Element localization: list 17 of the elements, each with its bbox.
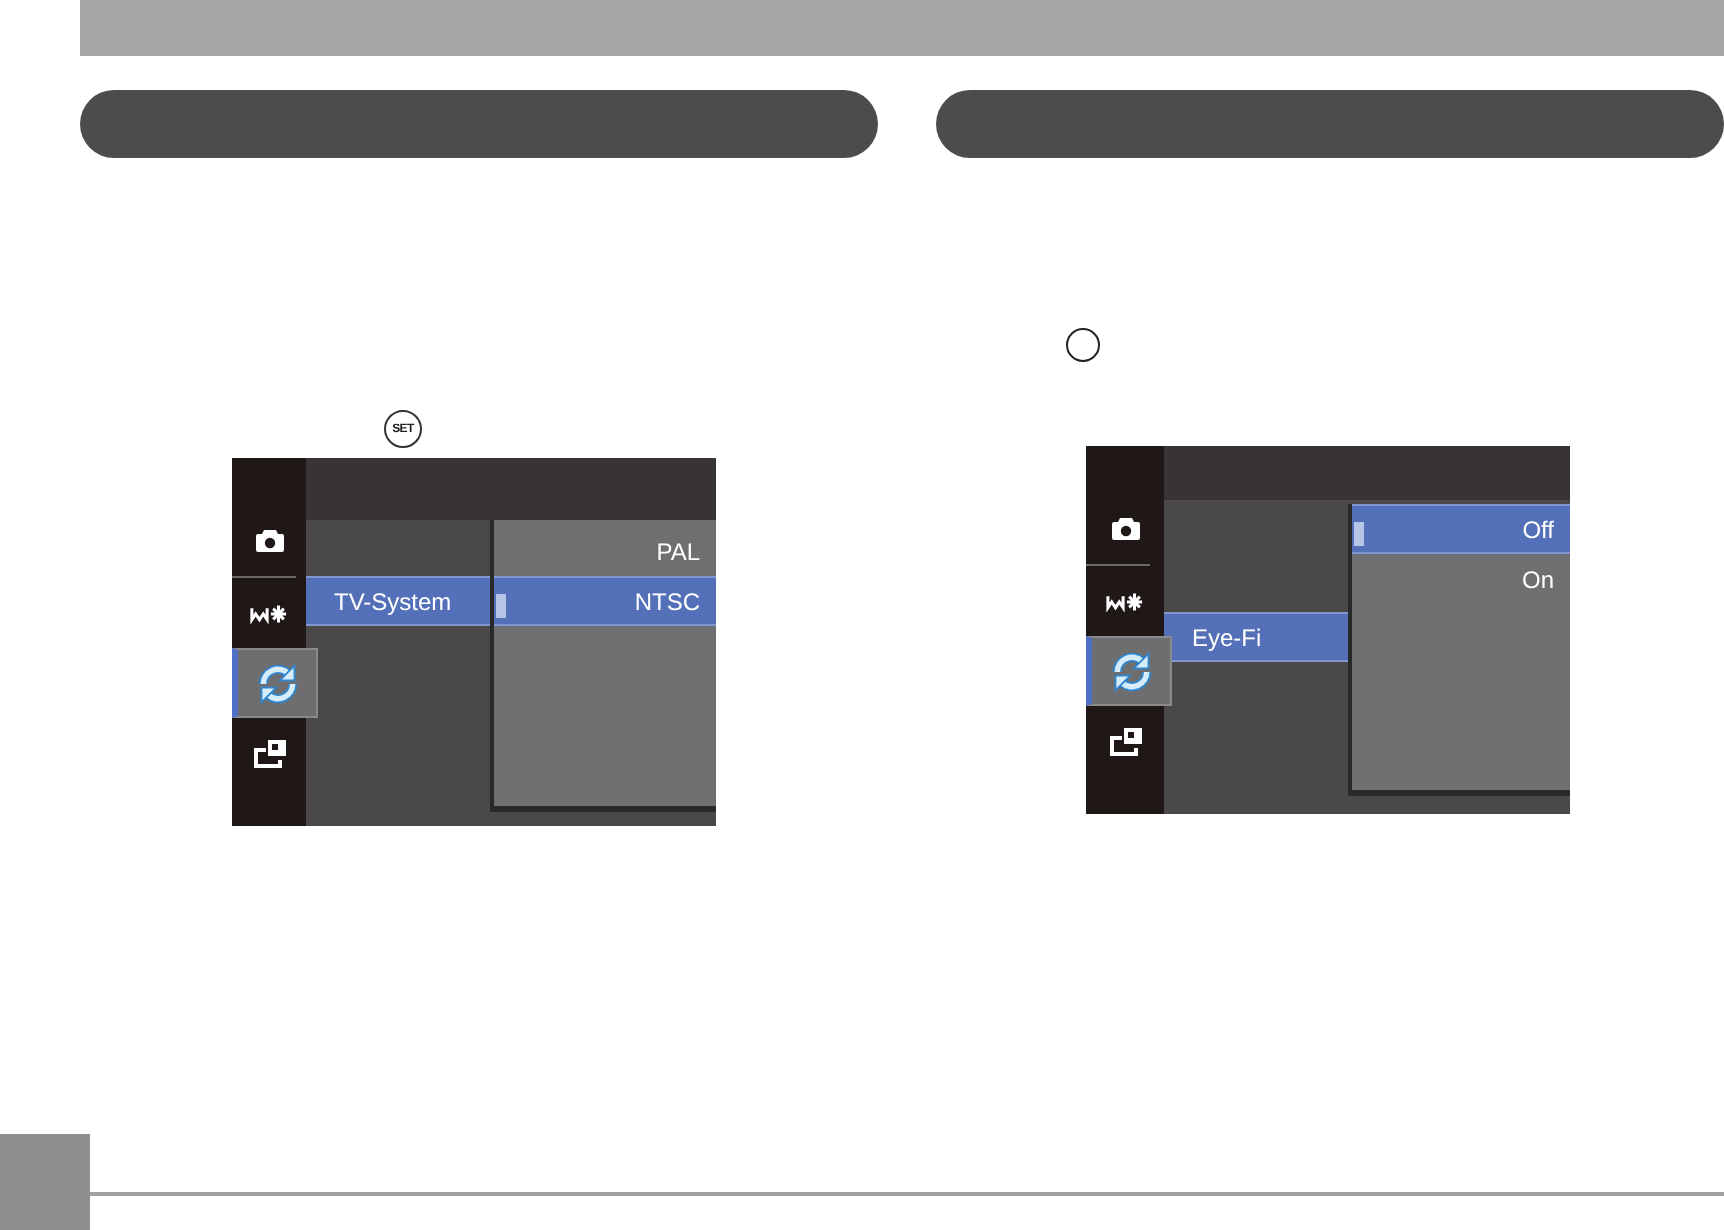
marker-icon [1354, 522, 1364, 546]
frame-icon [1109, 727, 1141, 755]
wave-star-icon [250, 603, 288, 623]
menu-item[interactable]: TV-System [306, 576, 490, 626]
marker-icon [496, 594, 506, 618]
refresh-icon [1109, 649, 1153, 693]
refresh-icon [255, 661, 299, 705]
option-item[interactable]: On [1352, 554, 1570, 604]
wave-star-icon [1106, 591, 1144, 611]
option-item[interactable]: Off [1352, 504, 1570, 554]
camera-icon [1111, 518, 1139, 540]
menu-item[interactable]: Eye-Fi [1164, 612, 1348, 662]
corner-block [0, 1134, 90, 1230]
option-item[interactable]: NTSC [494, 576, 716, 626]
option-item[interactable]: PAL [494, 526, 716, 576]
frame-icon [253, 739, 285, 767]
camera-icon [255, 530, 283, 552]
